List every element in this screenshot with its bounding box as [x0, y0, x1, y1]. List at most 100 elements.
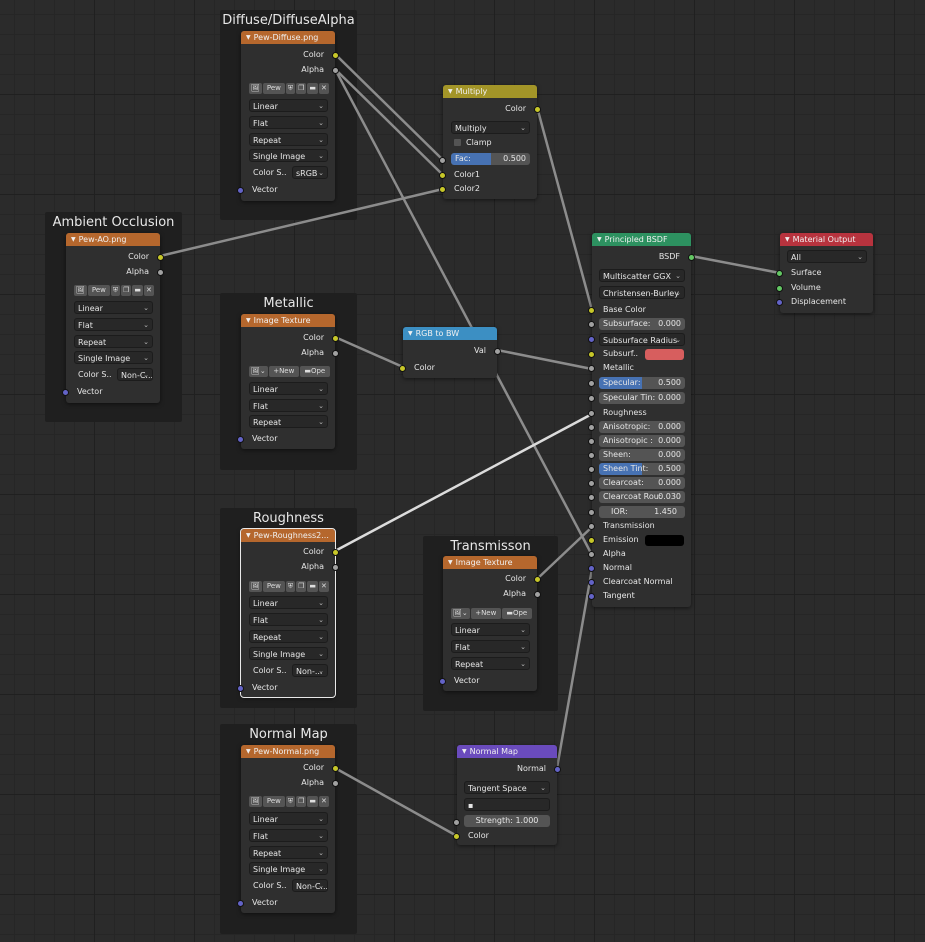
- image-name-field[interactable]: Pew: [262, 796, 285, 807]
- extension-dropdown[interactable]: Repeat ⌄: [451, 657, 530, 670]
- socket-color-out[interactable]: [332, 52, 339, 59]
- emission-color-swatch[interactable]: [645, 535, 684, 546]
- collapse-arrow-icon[interactable]: ▼: [71, 236, 76, 243]
- subsurface-color-swatch[interactable]: [645, 349, 684, 360]
- duplicate-icon[interactable]: ❐: [296, 796, 307, 807]
- ior-field[interactable]: IOR: 1.450: [599, 506, 685, 518]
- socket-color1-in[interactable]: [439, 172, 446, 179]
- node-header[interactable]: ▼ Material Output: [780, 233, 873, 246]
- projection-dropdown[interactable]: Flat ⌄: [249, 829, 328, 842]
- socket-base-color-in[interactable]: [588, 307, 595, 314]
- collapse-arrow-icon[interactable]: ▼: [246, 532, 251, 539]
- wire-normalmap-to-bsdf-normal[interactable]: [555, 567, 594, 770]
- socket-metallic-in[interactable]: [588, 365, 595, 372]
- socket-normal-out[interactable]: [554, 766, 561, 773]
- image-browse-icon[interactable]: 🖼: [249, 581, 262, 592]
- socket-emission-in[interactable]: [588, 537, 595, 544]
- fake-user-shield-icon[interactable]: ⛨: [110, 285, 121, 296]
- socket-vector-in[interactable]: [237, 900, 244, 907]
- collapse-arrow-icon[interactable]: ▼: [246, 34, 251, 41]
- socket-alpha-out[interactable]: [157, 269, 164, 276]
- folder-icon[interactable]: ▬: [307, 83, 319, 94]
- target-dropdown[interactable]: All ⌄: [787, 250, 867, 263]
- socket-ior-in[interactable]: [588, 509, 595, 516]
- socket-specular-tint-in[interactable]: [588, 395, 595, 402]
- image-name-field[interactable]: Pew: [262, 581, 285, 592]
- projection-dropdown[interactable]: Flat ⌄: [451, 640, 530, 653]
- node-material-output[interactable]: ▼ Material Output All ⌄ Surface Volume Dis…: [776, 233, 873, 313]
- socket-subsurface-color-in[interactable]: [588, 351, 595, 358]
- socket-clearcoat-roughness-in[interactable]: [588, 494, 595, 501]
- distribution-dropdown[interactable]: Multiscatter GGX ⌄: [599, 269, 685, 282]
- socket-sheen-tint-in[interactable]: [588, 466, 595, 473]
- socket-color-out[interactable]: [157, 254, 164, 261]
- projection-dropdown[interactable]: Flat ⌄: [74, 318, 153, 331]
- image-browse-icon[interactable]: 🖼: [249, 83, 262, 94]
- projection-dropdown[interactable]: Flat ⌄: [249, 116, 328, 129]
- socket-color-out[interactable]: [534, 576, 541, 583]
- socket-alpha-out[interactable]: [534, 591, 541, 598]
- socket-alpha-out[interactable]: [332, 67, 339, 74]
- interpolation-dropdown[interactable]: Linear ⌄: [249, 382, 328, 395]
- source-dropdown[interactable]: Single Image ⌄: [74, 351, 153, 364]
- fake-user-shield-icon[interactable]: ⛨: [285, 796, 296, 807]
- sheen-field[interactable]: Sheen: 0.000: [599, 449, 685, 461]
- collapse-arrow-icon[interactable]: ▼: [448, 559, 453, 566]
- socket-displacement-in[interactable]: [776, 299, 783, 306]
- close-icon[interactable]: ✕: [319, 796, 329, 807]
- interpolation-dropdown[interactable]: Linear ⌄: [74, 301, 153, 314]
- clearcoat-roughness-field[interactable]: Clearcoat Rou: 0.030: [599, 491, 685, 503]
- image-selector[interactable]: 🖼⌄ +New ▬Ope: [249, 365, 330, 378]
- blend-mode-dropdown[interactable]: Multiply ⌄: [451, 121, 530, 134]
- folder-icon[interactable]: ▬: [132, 285, 144, 296]
- color-space-dropdown[interactable]: Non-C... ⌄: [292, 879, 328, 892]
- anisotropic-rotation-field[interactable]: Anisotropic :0.000: [599, 435, 685, 447]
- node-principled-bsdf[interactable]: ▼ Principled BSDF BSDF Multiscatter GGX ⌄ …: [588, 233, 695, 607]
- sheen-tint-slider[interactable]: Sheen Tint: 0.500: [599, 463, 685, 475]
- socket-color-in[interactable]: [399, 365, 406, 372]
- interpolation-dropdown[interactable]: Linear ⌄: [249, 99, 328, 112]
- open-image-button[interactable]: ▬Ope: [501, 608, 532, 619]
- node-image-texture-metallic[interactable]: ▼ Image Texture Color Alpha 🖼⌄ +New ▬Ope …: [237, 314, 339, 449]
- extension-dropdown[interactable]: Repeat ⌄: [74, 335, 153, 348]
- socket-anisotropic-in[interactable]: [588, 424, 595, 431]
- socket-normal-in[interactable]: [588, 565, 595, 572]
- collapse-arrow-icon[interactable]: ▼: [408, 330, 413, 337]
- socket-vector-in[interactable]: [237, 685, 244, 692]
- socket-vector-in[interactable]: [62, 389, 69, 396]
- wire-multiply-to-base-color[interactable]: [535, 105, 594, 312]
- new-image-button[interactable]: +New: [268, 366, 299, 377]
- fac-slider[interactable]: Fac: 0.500: [451, 153, 530, 165]
- socket-vector-in[interactable]: [237, 436, 244, 443]
- socket-bsdf-out[interactable]: [688, 254, 695, 261]
- socket-transmission-in[interactable]: [588, 523, 595, 530]
- node-header[interactable]: ▼ Pew-Diffuse.png: [241, 31, 335, 44]
- wire-roughness-to-bsdf[interactable]: [333, 412, 594, 553]
- node-normal-map[interactable]: ▼ Normal Map Normal Tangent Space ⌄ ▪ Stre…: [453, 745, 561, 845]
- socket-fac-in[interactable]: [439, 157, 446, 164]
- collapse-arrow-icon[interactable]: ▼: [462, 748, 467, 755]
- socket-clearcoat-normal-in[interactable]: [588, 579, 595, 586]
- image-selector[interactable]: 🖼⌄ +New ▬Ope: [451, 607, 532, 620]
- wire-rgbbw-to-metallic[interactable]: [495, 348, 594, 371]
- collapse-arrow-icon[interactable]: ▼: [246, 317, 251, 324]
- socket-volume-in[interactable]: [776, 285, 783, 292]
- image-selector[interactable]: 🖼 Pew ⛨ ❐ ▬ ✕: [249, 795, 329, 808]
- socket-anisotropic-rotation-in[interactable]: [588, 438, 595, 445]
- socket-specular-in[interactable]: [588, 380, 595, 387]
- source-dropdown[interactable]: Single Image ⌄: [249, 647, 328, 660]
- socket-tangent-in[interactable]: [588, 593, 595, 600]
- socket-color-out[interactable]: [534, 106, 541, 113]
- socket-vector-in[interactable]: [439, 678, 446, 685]
- node-header[interactable]: ▼ Pew-Normal.png: [241, 745, 335, 758]
- subsurface-field[interactable]: Subsurface: 0.000: [599, 318, 685, 330]
- socket-alpha-in[interactable]: [588, 551, 595, 558]
- socket-alpha-out[interactable]: [332, 780, 339, 787]
- wire-bsdf-to-surface[interactable]: [689, 254, 782, 275]
- interpolation-dropdown[interactable]: Linear ⌄: [451, 623, 530, 636]
- image-browse-icon[interactable]: 🖼: [249, 796, 262, 807]
- close-icon[interactable]: ✕: [319, 581, 329, 592]
- socket-strength-in[interactable]: [453, 819, 460, 826]
- node-header[interactable]: ▼ Multiply: [443, 85, 537, 98]
- color-space-dropdown[interactable]: Non-C... ⌄: [117, 368, 153, 381]
